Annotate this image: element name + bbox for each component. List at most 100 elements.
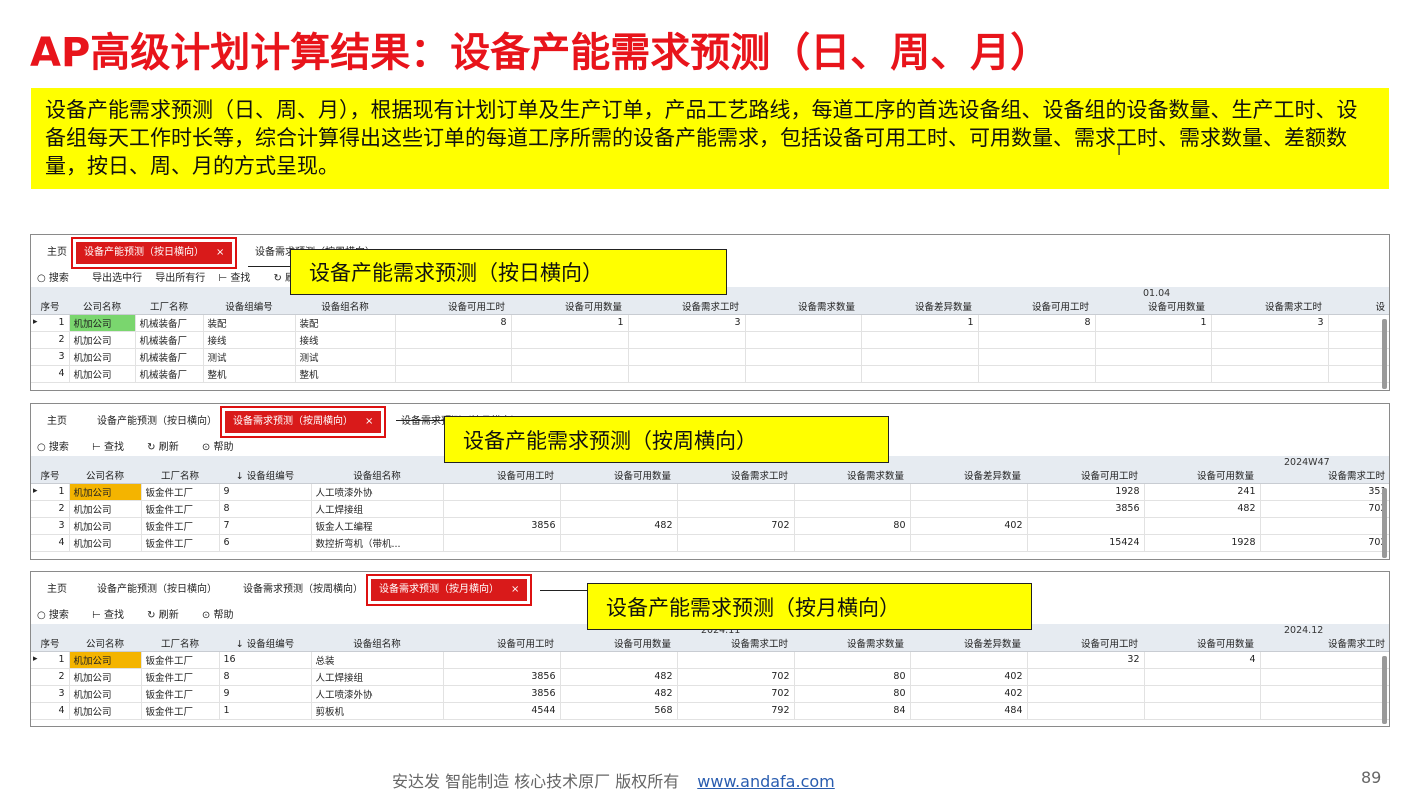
column-header[interactable]: 设备可用工时 [1027, 636, 1144, 652]
close-icon[interactable]: × [216, 247, 224, 258]
column-header[interactable]: 设备差异数量 [861, 299, 978, 315]
column-header[interactable]: 设 [1328, 299, 1389, 315]
tab-month-forecast[interactable]: 设备需求预测（按月横向） × [366, 574, 533, 606]
table-row[interactable]: 2 机加公司 钣金件工厂 8 人工焊接组 3856 482 702 [31, 500, 1389, 518]
column-header[interactable]: 设备可用数量 [1144, 636, 1260, 652]
column-header[interactable]: 设备可用工时 [443, 636, 560, 652]
column-header[interactable]: 设备组编号 [203, 299, 295, 315]
table-row[interactable]: 1 ▸ 机加公司 机械装备厂 装配 装配 8 1 3 1 8 1 3 [31, 314, 1389, 332]
column-header[interactable]: 设备可用工时 [443, 468, 560, 484]
table-cell: 6 [219, 534, 312, 552]
toolbar: ○ 搜索 导出选中行 导出所有行 ⊢ 查找 ↻ 刷新 [37, 269, 325, 284]
help-button[interactable]: ⊙ 帮助 [202, 610, 244, 621]
table-cell: 机加公司 [69, 668, 142, 686]
export-all-button[interactable]: 导出所有行 [155, 273, 205, 284]
column-header[interactable]: 设备组名称 [295, 299, 395, 315]
column-header[interactable]: 设备需求数量 [794, 468, 910, 484]
table-cell [745, 365, 862, 383]
table-cell: 机加公司 [69, 534, 142, 552]
table-row[interactable]: 4 机加公司 钣金件工厂 6 数控折弯机（带机... 15424 1928 702 [31, 534, 1389, 552]
table-cell [1095, 331, 1212, 349]
table-row[interactable]: 2 机加公司 机械装备厂 接线 接线 [31, 331, 1389, 349]
table-cell [1144, 668, 1261, 686]
scrollbar[interactable] [1382, 488, 1387, 558]
column-header[interactable]: 设备需求工时 [628, 299, 745, 315]
column-header[interactable]: 工厂名称 [135, 299, 203, 315]
column-header[interactable]: 序号 [31, 636, 69, 652]
table-cell: 792 [677, 702, 795, 720]
column-header[interactable]: 设备需求数量 [794, 636, 910, 652]
refresh-button[interactable]: ↻ 刷新 [147, 610, 189, 621]
find-button[interactable]: ⊢ 查找 [92, 610, 134, 621]
search-button[interactable]: ○ 搜索 [37, 442, 79, 453]
tab-home[interactable]: 主页 [47, 412, 67, 427]
column-header[interactable]: 设备组名称 [311, 468, 443, 484]
column-header[interactable]: 设备需求工时 [1211, 299, 1329, 315]
tab-home[interactable]: 主页 [47, 243, 67, 258]
refresh-button[interactable]: ↻ 刷新 [147, 442, 189, 453]
table-cell [560, 500, 678, 518]
close-icon[interactable]: × [511, 584, 519, 595]
column-header[interactable]: 设备需求数量 [745, 299, 861, 315]
table-row[interactable]: 1 ▸ 机加公司 钣金件工厂 16 总装 32 4 [31, 651, 1389, 669]
column-header[interactable]: 设备需求工时 [677, 468, 794, 484]
help-button[interactable]: ⊙ 帮助 [202, 442, 244, 453]
column-header[interactable]: ↓ 设备组编号 [219, 468, 311, 484]
table-row[interactable]: 1 ▸ 机加公司 钣金件工厂 9 人工喷漆外协 1928 241 351 [31, 483, 1389, 501]
table-body: 1 ▸ 机加公司 钣金件工厂 16 总装 32 4 2 机加公司 钣金件工厂 8 人工焊接组 3856 48… [31, 651, 1389, 720]
scrollbar[interactable] [1382, 319, 1387, 389]
table-row[interactable]: 2 机加公司 钣金件工厂 8 人工焊接组 3856 482 702 80 402 [31, 668, 1389, 686]
column-header[interactable]: 设备可用数量 [1095, 299, 1211, 315]
column-header[interactable]: 公司名称 [69, 468, 141, 484]
tab-week-forecast[interactable]: 设备需求预测（按周横向） [243, 580, 363, 595]
table-row[interactable]: 4 机加公司 机械装备厂 整机 整机 [31, 365, 1389, 383]
search-button[interactable]: ○ 搜索 [37, 273, 79, 284]
column-header[interactable]: 设备组名称 [311, 636, 443, 652]
find-button[interactable]: ⊢ 查找 [92, 442, 134, 453]
tab-week-forecast[interactable]: 设备需求预测（按周横向） × [220, 406, 387, 438]
column-header[interactable]: 设备可用工时 [1027, 468, 1144, 484]
export-selected-button[interactable]: 导出选中行 [92, 273, 142, 284]
column-header[interactable]: 序号 [31, 299, 69, 315]
column-header[interactable]: 工厂名称 [141, 636, 219, 652]
table-cell: 钣金件工厂 [141, 483, 220, 501]
table-cell: 机加公司 [69, 483, 142, 501]
column-header[interactable]: 设备需求工时 [1260, 468, 1389, 484]
column-header[interactable]: 设备差异数量 [910, 636, 1027, 652]
column-header[interactable]: 公司名称 [69, 299, 135, 315]
column-header[interactable]: 设备可用数量 [511, 299, 628, 315]
table-row[interactable]: 4 机加公司 钣金件工厂 1 剪板机 4544 568 792 84 484 [31, 702, 1389, 720]
table-cell [794, 651, 911, 669]
search-button[interactable]: ○ 搜索 [37, 610, 79, 621]
table-cell: 4 [1144, 651, 1261, 669]
table-cell [628, 331, 746, 349]
column-header[interactable]: 设备可用数量 [1144, 468, 1260, 484]
tab-day-forecast[interactable]: 设备产能预测（按日横向） [97, 412, 217, 427]
column-header[interactable]: 工厂名称 [141, 468, 219, 484]
table-row[interactable]: 3 机加公司 机械装备厂 测试 测试 [31, 348, 1389, 366]
table-cell [560, 651, 678, 669]
tab-day-forecast[interactable]: 设备产能预测（按日横向） [97, 580, 217, 595]
website-link[interactable]: www.andafa.com [697, 772, 834, 791]
column-header[interactable]: 设备可用数量 [560, 468, 677, 484]
table-cell [395, 331, 512, 349]
column-header[interactable]: 设备可用工时 [395, 299, 511, 315]
column-header[interactable]: 设备差异数量 [910, 468, 1027, 484]
table-row[interactable]: 3 机加公司 钣金件工厂 9 人工喷漆外协 3856 482 702 80 402 [31, 685, 1389, 703]
column-header[interactable]: 公司名称 [69, 636, 141, 652]
table-cell: 8 [219, 668, 312, 686]
tab-day-forecast[interactable]: 设备产能预测（按日横向） × [71, 237, 238, 269]
column-header[interactable]: 设备需求工时 [677, 636, 794, 652]
tab-home[interactable]: 主页 [47, 580, 67, 595]
find-button[interactable]: ⊢ 查找 [218, 273, 260, 284]
column-header[interactable]: 设备可用数量 [560, 636, 677, 652]
close-icon[interactable]: × [365, 416, 373, 427]
column-header[interactable]: 序号 [31, 468, 69, 484]
column-header[interactable]: ↓ 设备组编号 [219, 636, 311, 652]
column-header[interactable]: 设备需求工时 [1260, 636, 1389, 652]
column-header[interactable]: 设备可用工时 [978, 299, 1095, 315]
scrollbar[interactable] [1382, 656, 1387, 724]
tab-label: 设备需求预测（按周横向） [233, 416, 353, 427]
table-row[interactable]: 3 机加公司 钣金件工厂 7 钣金人工编程 3856 482 702 80 402 [31, 517, 1389, 535]
table-cell: 4544 [443, 702, 561, 720]
